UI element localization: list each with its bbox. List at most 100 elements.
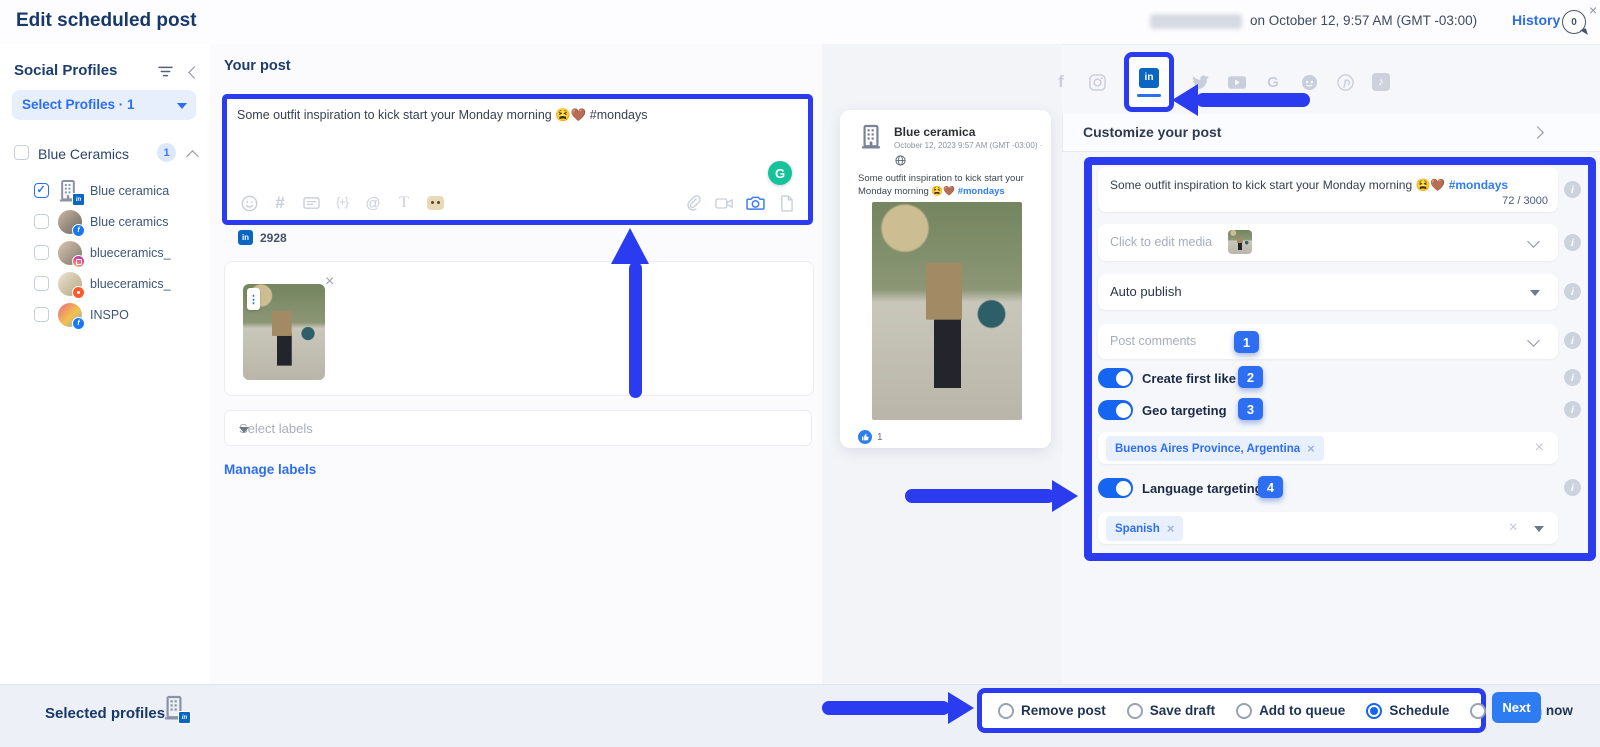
caret-down-icon (1530, 290, 1540, 296)
history-link[interactable]: History (1512, 12, 1560, 28)
select-profiles-dropdown[interactable]: Select Profiles · 1 (12, 90, 196, 120)
annotation-arrow-right-head (1052, 480, 1078, 512)
chevron-down-icon (239, 427, 249, 433)
top-bar: Edit scheduled post on October 12, 9:57 … (0, 0, 1600, 45)
reddit-icon[interactable] (1300, 73, 1318, 91)
caret-down-icon (1534, 526, 1544, 532)
language-tag-chip[interactable]: Spanish (1106, 516, 1183, 541)
emoji-icon[interactable] (237, 191, 261, 215)
profile-row-linkedin[interactable]: Blue ceramica (0, 178, 210, 206)
chevron-right-icon[interactable] (1531, 126, 1544, 139)
profile-checkbox[interactable] (34, 276, 49, 291)
customize-text-card[interactable]: Some outfit inspiration to kick start yo… (1098, 167, 1558, 212)
geo-tag-row[interactable]: Buenos Aires Province, Argentina (1098, 432, 1558, 464)
clear-field-icon[interactable] (1535, 440, 1544, 456)
camera-icon[interactable] (743, 191, 767, 215)
grammarly-icon[interactable] (768, 161, 792, 185)
mention-icon[interactable] (361, 191, 385, 215)
post-comments-row[interactable]: Post comments 1 (1098, 324, 1558, 359)
profile-row-instagram[interactable]: blueceramics_ (0, 240, 210, 268)
option-label: Schedule (1389, 703, 1449, 718)
link-icon[interactable] (681, 191, 705, 215)
google-business-badge-icon (72, 286, 85, 299)
publish-mode-value: Auto publish (1110, 284, 1182, 299)
info-icon[interactable] (1564, 401, 1581, 418)
collapse-sidebar-icon[interactable] (188, 66, 201, 79)
chevron-up-icon[interactable] (186, 150, 199, 163)
post-preview-column: Blue ceramica October 12, 2023 9:57 AM (… (822, 44, 1062, 684)
info-icon[interactable] (1564, 369, 1581, 386)
facebook-icon[interactable] (1052, 73, 1070, 91)
geo-tag-chip[interactable]: Buenos Aires Province, Argentina (1106, 436, 1324, 461)
geo-targeting-toggle[interactable] (1098, 400, 1133, 420)
media-thumbnail[interactable] (243, 284, 325, 380)
group-checkbox[interactable] (14, 145, 29, 160)
radio-icon[interactable] (1470, 703, 1486, 719)
chevron-down-icon (1527, 235, 1540, 248)
app-window: Edit scheduled post on October 12, 9:57 … (0, 0, 1600, 747)
customize-post-text[interactable]: Some outfit inspiration to kick start yo… (1110, 178, 1508, 192)
radio-add-to-queue[interactable]: Add to queue (1236, 703, 1345, 719)
radio-icon[interactable] (1236, 703, 1252, 719)
remove-media-icon[interactable] (325, 274, 334, 290)
video-icon[interactable] (712, 191, 736, 215)
pinterest-icon[interactable] (1336, 73, 1354, 91)
radio-schedule[interactable]: Schedule (1366, 703, 1449, 719)
comments-bubble-icon[interactable]: 0 (1562, 10, 1586, 34)
profile-checkbox[interactable] (34, 214, 49, 229)
media-mini-thumbnail[interactable] (1228, 230, 1252, 254)
snippet-icon[interactable] (330, 191, 354, 215)
create-first-like-toggle[interactable] (1098, 368, 1133, 388)
like-count: 1 (877, 432, 883, 443)
language-tag-row[interactable]: Spanish (1098, 512, 1558, 544)
labels-placeholder: Select labels (239, 421, 313, 436)
clear-field-icon[interactable] (1509, 520, 1518, 536)
file-icon[interactable] (774, 191, 798, 215)
profile-checkbox[interactable] (34, 307, 49, 322)
radio-save-draft[interactable]: Save draft (1127, 703, 1215, 719)
saved-replies-icon[interactable] (299, 191, 323, 215)
hashtag-icon[interactable] (268, 191, 292, 215)
media-menu-icon[interactable] (247, 288, 260, 310)
language-targeting-toggle[interactable] (1098, 478, 1133, 498)
filter-icon[interactable] (158, 65, 173, 83)
publish-mode-select[interactable]: Auto publish (1098, 274, 1558, 310)
post-text-editor[interactable]: Some outfit inspiration to kick start yo… (222, 94, 813, 225)
radio-icon-selected[interactable] (1366, 703, 1382, 719)
google-icon[interactable] (1264, 73, 1282, 91)
profile-checkbox[interactable] (34, 183, 49, 198)
radio-remove-post[interactable]: Remove post (998, 703, 1106, 719)
edit-media-row[interactable]: Click to edit media (1098, 224, 1558, 261)
info-icon[interactable] (1564, 479, 1581, 496)
edit-media-label: Click to edit media (1110, 235, 1212, 249)
next-button[interactable]: Next (1492, 692, 1541, 723)
customize-header[interactable]: Customize your post (1062, 114, 1600, 152)
post-text[interactable]: Some outfit inspiration to kick start yo… (237, 107, 798, 124)
labels-select[interactable]: Select labels (224, 410, 812, 446)
linkedin-tab-selected[interactable] (1124, 52, 1174, 112)
youtube-icon[interactable] (1228, 73, 1246, 91)
profile-row-google-business[interactable]: blueceramics_ (0, 271, 210, 299)
info-icon[interactable] (1564, 181, 1581, 198)
profile-row-facebook[interactable]: Blue ceramics (0, 209, 210, 237)
info-icon[interactable] (1564, 283, 1581, 300)
info-icon[interactable] (1564, 332, 1581, 349)
bottom-action-bar: Selected profiles Remove post Save draft… (0, 684, 1600, 747)
profile-row-inspo[interactable]: INSPO (0, 302, 210, 330)
linkedin-badge-icon (72, 193, 85, 206)
profile-checkbox[interactable] (34, 245, 49, 260)
radio-icon[interactable] (998, 703, 1014, 719)
close-icon[interactable] (1589, 2, 1597, 18)
ai-assistant-icon[interactable] (423, 191, 447, 215)
preview-reactions: 1 (858, 430, 883, 444)
radio-icon[interactable] (1127, 703, 1143, 719)
instagram-badge-icon (72, 255, 85, 268)
instagram-icon[interactable] (1088, 73, 1106, 91)
remove-tag-icon[interactable] (1307, 442, 1315, 455)
tiktok-icon[interactable] (1372, 73, 1390, 91)
text-format-icon[interactable] (392, 191, 416, 215)
linkedin-icon[interactable] (1139, 68, 1159, 88)
manage-labels-link[interactable]: Manage labels (224, 462, 316, 477)
remove-tag-icon[interactable] (1167, 522, 1175, 535)
info-icon[interactable] (1564, 234, 1581, 251)
